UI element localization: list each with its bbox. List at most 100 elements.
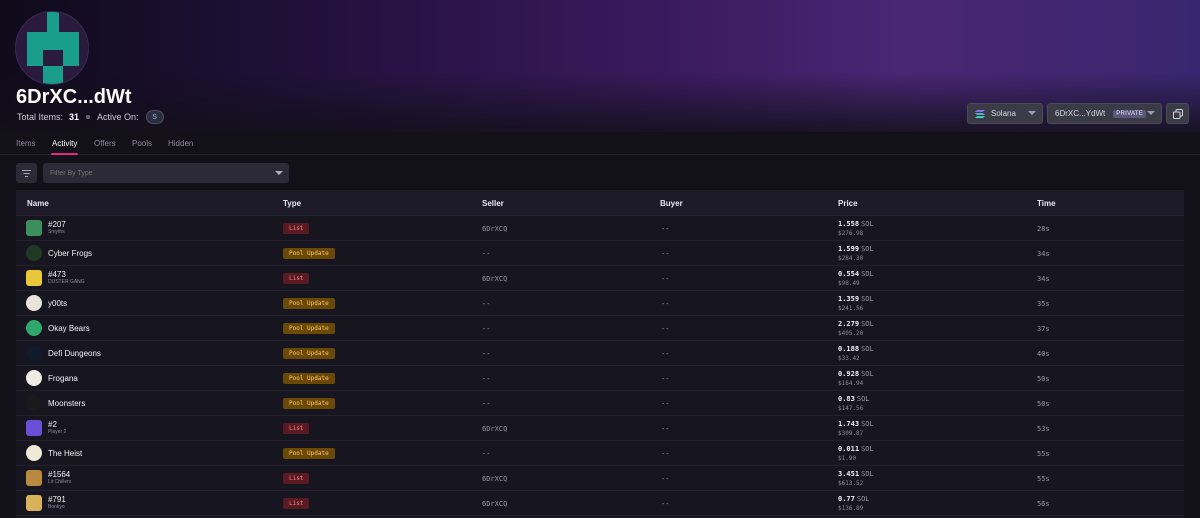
- price-sol: 1.558 SOL: [838, 220, 874, 228]
- seller-address[interactable]: 6DrXCQ: [482, 225, 507, 233]
- item-name[interactable]: #207: [48, 220, 66, 229]
- copy-button[interactable]: [1166, 103, 1189, 124]
- chain-select[interactable]: Solana: [967, 103, 1043, 124]
- table-row[interactable]: #473 DUSTER GANG List 6DrXCQ -- 0.554 SOL $98.4…: [16, 266, 1184, 291]
- price-value: 1.558: [838, 220, 860, 228]
- wallet-select[interactable]: 6DrXC...YdWt PRIVATE: [1047, 103, 1162, 124]
- price-sol: 2.279 SOL: [838, 320, 874, 328]
- seller-address[interactable]: 6DrXCQ: [482, 275, 507, 283]
- price-usd: $613.52: [838, 480, 864, 487]
- price-usd: $405.20: [838, 330, 864, 337]
- activity-type-badge: Pool Update: [283, 448, 335, 459]
- nft-thumbnail[interactable]: [26, 495, 42, 511]
- item-name[interactable]: Frogana: [48, 374, 78, 383]
- seller-address: --: [482, 450, 491, 458]
- time-ago: 55s: [1037, 475, 1050, 483]
- nft-thumbnail[interactable]: [26, 470, 42, 486]
- nft-thumbnail[interactable]: [26, 445, 42, 461]
- price-usd: $136.89: [838, 505, 864, 512]
- item-name[interactable]: Moonsters: [48, 399, 85, 408]
- item-name[interactable]: The Heist: [48, 449, 82, 458]
- price-sol: 1.359 SOL: [838, 295, 874, 303]
- nft-thumbnail[interactable]: [26, 395, 42, 411]
- table-row[interactable]: Frogana Pool Update -- -- 0.928 SOL $164.94 50s: [16, 366, 1184, 391]
- item-name[interactable]: #2: [48, 420, 57, 429]
- activity-type-badge: List: [283, 223, 310, 234]
- price-sol: 0.554 SOL: [838, 270, 874, 278]
- item-name[interactable]: Okay Bears: [48, 324, 90, 333]
- time-ago: 50s: [1037, 400, 1050, 408]
- tab-items[interactable]: Items: [16, 133, 36, 155]
- price-sol: 1.599 SOL: [838, 245, 874, 253]
- tab-pools[interactable]: Pools: [132, 133, 152, 155]
- time-ago: 53s: [1037, 425, 1050, 433]
- activity-type-badge: List: [283, 498, 310, 509]
- table-row[interactable]: #1564 Lit Chillers List 6DrXCQ -- 3.451 SOL $61…: [16, 466, 1184, 491]
- nft-thumbnail[interactable]: [26, 245, 42, 261]
- price-unit: SOL: [856, 395, 870, 403]
- nft-thumbnail[interactable]: [26, 270, 42, 286]
- avatar: [15, 11, 89, 85]
- header-buyer[interactable]: Buyer: [660, 199, 683, 208]
- seller-address[interactable]: 6DrXCQ: [482, 475, 507, 483]
- price-sol: 0.011 SOL: [838, 445, 874, 453]
- price-unit: SOL: [861, 245, 874, 253]
- header-price[interactable]: Price: [838, 199, 858, 208]
- solana-chain-icon[interactable]: S: [145, 110, 164, 124]
- item-name[interactable]: Defi Dungeons: [48, 349, 101, 358]
- price-sol: 1.743 SOL: [838, 420, 874, 428]
- price-usd: $98.49: [838, 280, 860, 287]
- table-row[interactable]: #2 Player 2 List 6DrXCQ -- 1.743 SOL $309.87 53s: [16, 416, 1184, 441]
- nft-thumbnail[interactable]: [26, 370, 42, 386]
- nft-thumbnail[interactable]: [26, 220, 42, 236]
- header-time[interactable]: Time: [1037, 199, 1056, 208]
- table-row[interactable]: Okay Bears Pool Update -- -- 2.279 SOL $405.20…: [16, 316, 1184, 341]
- price-sol: 0.188 SOL: [838, 345, 874, 353]
- buyer-address: --: [661, 500, 670, 508]
- nft-thumbnail[interactable]: [26, 345, 42, 361]
- table-row[interactable]: Cyber Frogs Pool Update -- -- 1.599 SOL $284.3…: [16, 241, 1184, 266]
- buyer-address: --: [661, 325, 670, 333]
- item-name[interactable]: #473: [48, 270, 66, 279]
- tab-hidden[interactable]: Hidden: [168, 133, 193, 155]
- table-header: Name Type Seller Buyer Price Time: [16, 190, 1184, 216]
- nft-thumbnail[interactable]: [26, 320, 42, 336]
- time-ago: 50s: [1037, 375, 1050, 383]
- table-body: #207 Smyths List 6DrXCQ -- 1.558 SOL $276.98 28s…: [16, 216, 1184, 516]
- item-name[interactable]: #791: [48, 495, 66, 504]
- filter-by-type-select[interactable]: [43, 163, 289, 183]
- price-value: 0.554: [838, 270, 860, 278]
- header-type[interactable]: Type: [283, 199, 301, 208]
- activity-type-badge: List: [283, 423, 310, 434]
- table-row[interactable]: #207 Smyths List 6DrXCQ -- 1.558 SOL $276.98 28s: [16, 216, 1184, 241]
- table-row[interactable]: The Heist Pool Update -- -- 0.011 SOL $1.90 55s: [16, 441, 1184, 466]
- buyer-address: --: [661, 350, 670, 358]
- header-seller[interactable]: Seller: [482, 199, 504, 208]
- seller-address[interactable]: 6DrXCQ: [482, 500, 507, 508]
- price-value: 1.599: [838, 245, 860, 253]
- collection-name: Bonkyo: [48, 504, 65, 510]
- table-row[interactable]: #791 Bonkyo List 6DrXCQ -- 0.77 SOL $136.89 56s: [16, 491, 1184, 516]
- filter-button[interactable]: [16, 163, 37, 183]
- price-usd: $1.90: [838, 455, 857, 462]
- seller-address[interactable]: 6DrXCQ: [482, 425, 507, 433]
- time-ago: 56s: [1037, 500, 1050, 508]
- table-row[interactable]: Defi Dungeons Pool Update -- -- 0.188 SOL $33.…: [16, 341, 1184, 366]
- buyer-address: --: [661, 275, 670, 283]
- tab-offers[interactable]: Offers: [94, 133, 116, 155]
- price-value: 0.011: [838, 445, 860, 453]
- time-ago: 55s: [1037, 450, 1050, 458]
- table-row[interactable]: y00ts Pool Update -- -- 1.359 SOL $241.56 35s: [16, 291, 1184, 316]
- wallet-select-value: 6DrXC...YdWt: [1055, 109, 1106, 118]
- price-unit: SOL: [861, 420, 874, 428]
- tab-activity[interactable]: Activity: [50, 133, 79, 155]
- item-name[interactable]: Cyber Frogs: [48, 249, 92, 258]
- nft-thumbnail[interactable]: [26, 295, 42, 311]
- item-name[interactable]: #1564: [48, 470, 70, 479]
- item-name[interactable]: y00ts: [48, 299, 67, 308]
- price-value: 2.279: [838, 320, 860, 328]
- time-ago: 28s: [1037, 225, 1050, 233]
- table-row[interactable]: Moonsters Pool Update -- -- 0.83 SOL $147.56 50…: [16, 391, 1184, 416]
- header-name[interactable]: Name: [27, 199, 49, 208]
- nft-thumbnail[interactable]: [26, 420, 42, 436]
